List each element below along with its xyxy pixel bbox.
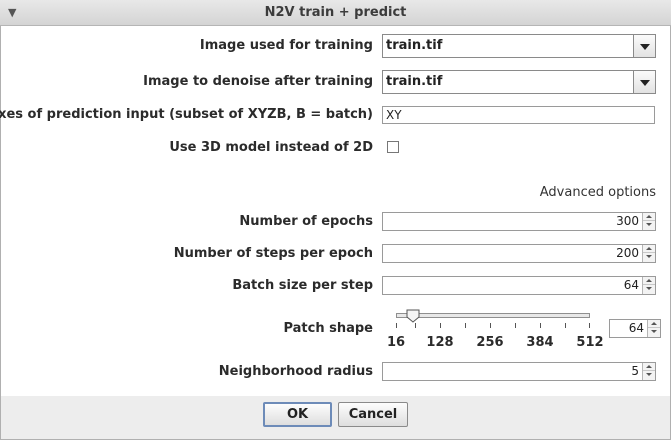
slider-tick — [589, 323, 590, 328]
slider-tick — [515, 323, 516, 328]
patch-shape-slider-track[interactable] — [396, 313, 590, 318]
slider-tick — [565, 323, 566, 328]
denoise-image-dropdown[interactable]: train.tif — [382, 70, 656, 94]
denoise-image-label: Image to denoise after training — [143, 74, 373, 89]
cancel-button[interactable]: Cancel — [338, 402, 408, 427]
ok-button[interactable]: OK — [263, 402, 332, 427]
chevron-down-icon[interactable] — [633, 71, 655, 93]
chevron-down-icon[interactable] — [633, 35, 655, 57]
spinner-down-icon[interactable] — [648, 328, 660, 336]
spinner-down-icon[interactable] — [643, 221, 655, 229]
epochs-label: Number of epochs — [239, 214, 373, 229]
slider-tick-label: 128 — [426, 335, 454, 350]
epochs-spinner[interactable]: 300 — [382, 212, 656, 231]
steps-label: Number of steps per epoch — [173, 246, 373, 261]
spinner-up-icon[interactable] — [643, 245, 655, 253]
train-image-label: Image used for training — [199, 38, 373, 53]
spinner-down-icon[interactable] — [643, 371, 655, 379]
use-3d-label: Use 3D model instead of 2D — [169, 140, 373, 155]
neighborhood-value: 5 — [631, 364, 639, 378]
spinner-up-icon[interactable] — [648, 320, 660, 328]
spinner-down-icon[interactable] — [643, 285, 655, 293]
slider-tick-label: 16 — [386, 335, 406, 350]
slider-tick-label: 256 — [476, 335, 504, 350]
batch-spinner[interactable]: 64 — [382, 276, 656, 295]
neighborhood-label: Neighborhood radius — [218, 364, 373, 379]
axes-label: Axes of prediction input (subset of XYZB… — [0, 107, 373, 122]
axes-input[interactable]: XY — [382, 106, 655, 124]
epochs-value: 300 — [616, 214, 639, 228]
slider-tick — [540, 323, 541, 328]
advanced-options-heading: Advanced options — [539, 185, 656, 200]
use-3d-checkbox[interactable] — [387, 141, 399, 153]
batch-value: 64 — [623, 278, 639, 292]
batch-label: Batch size per step — [232, 278, 373, 293]
patch-shape-spinner[interactable]: 64 — [609, 319, 661, 338]
title-bar: ▼ N2V train + predict — [0, 0, 671, 26]
denoise-image-value: train.tif — [386, 74, 443, 89]
slider-tick — [490, 323, 491, 328]
train-image-dropdown[interactable]: train.tif — [382, 34, 656, 58]
spinner-up-icon[interactable] — [643, 277, 655, 285]
window-title: N2V train + predict — [264, 5, 407, 20]
slider-tick — [396, 323, 397, 328]
slider-tick — [465, 323, 466, 328]
neighborhood-spinner[interactable]: 5 — [382, 362, 656, 381]
spinner-down-icon[interactable] — [643, 253, 655, 261]
slider-tick-label: 512 — [576, 335, 604, 350]
spinner-up-icon[interactable] — [643, 213, 655, 221]
steps-spinner[interactable]: 200 — [382, 244, 656, 263]
steps-value: 200 — [616, 246, 639, 260]
slider-tick — [415, 323, 416, 328]
patch-shape-label: Patch shape — [283, 321, 373, 336]
train-image-value: train.tif — [386, 38, 443, 53]
spinner-up-icon[interactable] — [643, 363, 655, 371]
patch-shape-slider-thumb[interactable] — [406, 309, 420, 323]
patch-shape-value: 64 — [628, 321, 644, 335]
slider-tick — [440, 323, 441, 328]
slider-tick-label: 384 — [526, 335, 554, 350]
